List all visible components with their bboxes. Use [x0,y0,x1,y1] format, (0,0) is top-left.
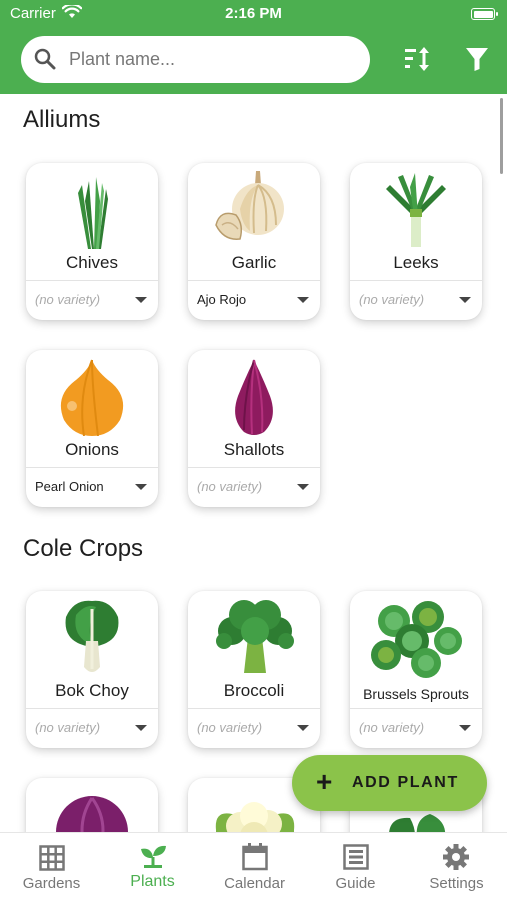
plant-card-brussels-sprouts[interactable]: Brussels Sprouts (no variety) [350,591,482,748]
plant-name: Leeks [393,253,439,272]
brussels-sprouts-icon [350,591,482,679]
nav-calendar-label: Calendar [224,875,285,892]
search-icon [34,48,56,75]
status-bar: Carrier 2:16 PM [0,0,507,28]
plant-card-onions[interactable]: Onions Pearl Onion [26,350,158,507]
chives-icon [26,163,158,251]
onion-icon [26,350,158,438]
leeks-icon [350,163,482,251]
nav-gardens[interactable]: Gardens [1,833,102,900]
nav-guide-label: Guide [335,875,376,892]
variety-select[interactable]: (no variety) [359,292,424,307]
nav-guide[interactable]: Guide [305,833,406,900]
nav-calendar[interactable]: Calendar [204,833,305,900]
variety-select[interactable]: (no variety) [197,720,262,735]
filter-icon[interactable] [465,46,489,77]
chevron-down-icon[interactable] [135,484,147,490]
sort-icon[interactable] [403,45,433,78]
nav-settings[interactable]: Settings [406,833,507,900]
plus-icon: + [316,766,333,797]
chevron-down-icon[interactable] [459,297,471,303]
variety-select[interactable]: Pearl Onion [35,479,104,494]
plant-card-leeks[interactable]: Leeks (no variety) [350,163,482,320]
shallot-icon [188,350,320,438]
variety-select[interactable]: (no variety) [35,720,100,735]
section-title-cole-crops: Cole Crops [23,535,144,562]
plant-name: Brussels Sprouts [363,686,469,702]
guide-icon [343,844,369,875]
calendar-icon [242,843,268,876]
plant-name: Chives [66,253,118,272]
chevron-down-icon[interactable] [135,725,147,731]
garlic-icon [188,163,320,251]
plant-card-bok-choy[interactable]: Bok Choy (no variety) [26,591,158,748]
plant-name: Shallots [223,440,285,459]
plant-card-garlic[interactable]: Garlic Ajo Rojo [188,163,320,320]
chevron-down-icon[interactable] [297,725,309,731]
plant-name: Bok Choy [55,681,129,700]
plant-name: Broccoli [223,681,285,700]
variety-select[interactable]: (no variety) [197,479,262,494]
bok-choy-icon [26,591,158,679]
plant-card-chives[interactable]: Chives (no variety) [26,163,158,320]
nav-plants[interactable]: Plants [102,833,203,900]
search-input[interactable] [69,36,359,83]
app-header: Carrier 2:16 PM [0,0,507,94]
nav-gardens-label: Gardens [22,875,81,892]
add-plant-label: ADD PLANT [352,774,459,791]
variety-select[interactable]: Ajo Rojo [197,292,246,307]
plant-card-broccoli[interactable]: Broccoli (no variety) [188,591,320,748]
chevron-down-icon[interactable] [459,725,471,731]
plant-name: Onions [65,440,119,459]
chevron-down-icon[interactable] [297,484,309,490]
status-time: 2:16 PM [225,5,282,22]
grid-icon [39,845,65,876]
nav-settings-label: Settings [429,875,484,892]
chevron-down-icon[interactable] [297,297,309,303]
sprout-icon [139,845,167,874]
variety-select[interactable]: (no variety) [35,292,100,307]
plant-name: Garlic [231,253,277,272]
add-plant-button[interactable]: + ADD PLANT [292,755,487,811]
plant-card-shallots[interactable]: Shallots (no variety) [188,350,320,507]
gear-icon [443,844,469,875]
chevron-down-icon[interactable] [135,297,147,303]
nav-plants-label: Plants [130,873,175,890]
scrollbar[interactable] [500,98,503,174]
broccoli-icon [188,591,320,679]
battery-icon [471,8,498,20]
variety-select[interactable]: (no variety) [359,720,424,735]
section-title-alliums: Alliums [23,106,101,133]
bottom-navigation: Gardens Plants Calendar Guide Settings [0,832,507,900]
search-bar[interactable] [21,36,370,83]
